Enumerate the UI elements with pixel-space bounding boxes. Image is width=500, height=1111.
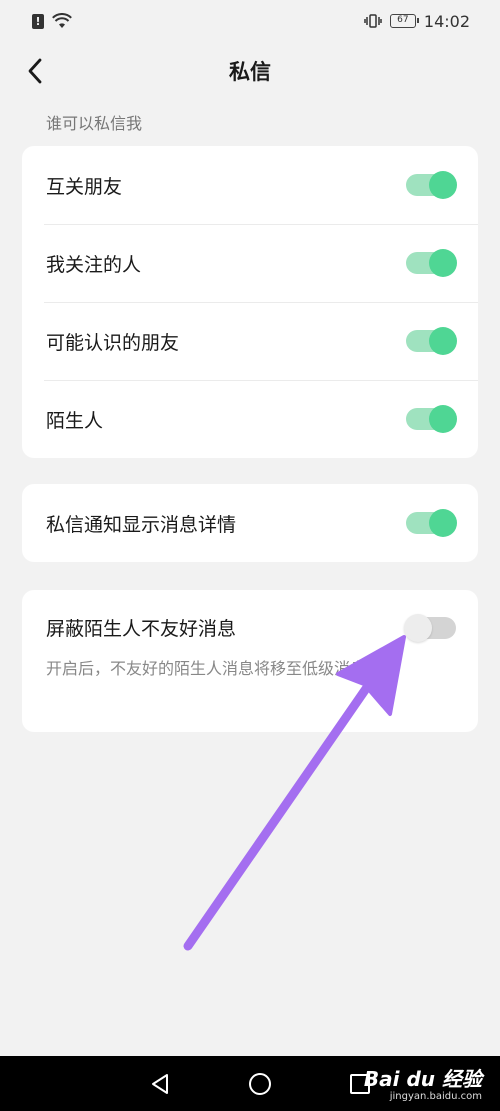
notification-detail-card: 私信通知显示消息详情	[22, 484, 478, 562]
watermark-url: jingyan.baidu.com	[389, 1091, 482, 1102]
nav-home-button[interactable]	[240, 1064, 280, 1104]
wifi-icon	[52, 13, 72, 28]
may-know-toggle[interactable]	[406, 327, 457, 355]
chevron-left-icon	[28, 58, 42, 84]
setting-row-following: 我关注的人	[22, 224, 478, 302]
setting-row-notification-detail: 私信通知显示消息详情	[22, 484, 478, 562]
toggle-knob	[429, 405, 457, 433]
toggle-knob	[429, 249, 457, 277]
setting-label: 可能认识的朋友	[46, 331, 180, 354]
toggle-knob	[429, 171, 457, 199]
setting-description: 开启后，不友好的陌生人消息将移至低级消息盒子	[46, 659, 399, 678]
block-unfriendly-toggle[interactable]	[404, 613, 456, 642]
screen: ! 67 14:02 私信 谁可以私信我 互关朋友 我关注的人 可能认识的朋友 …	[0, 0, 500, 1111]
setting-label: 我关注的人	[46, 253, 142, 276]
mutual-friends-toggle[interactable]	[406, 171, 457, 199]
watermark: Bai du 经验 jingyan.baidu.com	[364, 1067, 482, 1103]
strangers-toggle[interactable]	[406, 405, 457, 433]
back-button[interactable]	[18, 54, 52, 88]
alert-icon: !	[32, 13, 44, 29]
following-toggle[interactable]	[406, 249, 457, 277]
setting-row-may-know: 可能认识的朋友	[22, 302, 478, 380]
nav-bar: 私信	[0, 42, 500, 100]
status-bar: ! 67 14:02	[0, 0, 500, 42]
notification-detail-toggle[interactable]	[406, 509, 457, 537]
vibrate-icon	[364, 14, 382, 28]
block-unfriendly-card: 屏蔽陌生人不友好消息 开启后，不友好的陌生人消息将移至低级消息盒子	[22, 590, 478, 732]
setting-label: 陌生人	[46, 409, 104, 432]
section-label: 谁可以私信我	[46, 114, 143, 133]
setting-row-mutual-friends: 互关朋友	[22, 146, 478, 224]
toggle-knob	[404, 613, 432, 642]
toggle-knob	[429, 509, 457, 537]
setting-label: 私信通知显示消息详情	[46, 513, 237, 536]
circle-home-icon	[249, 1072, 271, 1095]
triangle-back-icon	[152, 1073, 168, 1094]
toggle-knob	[429, 327, 457, 355]
setting-label: 互关朋友	[46, 175, 123, 198]
who-can-message-card: 互关朋友 我关注的人 可能认识的朋友 陌生人	[22, 146, 478, 458]
nav-back-button[interactable]	[140, 1064, 180, 1104]
battery-icon: 67	[389, 14, 419, 28]
status-time: 14:02	[423, 11, 470, 31]
page-title: 私信	[229, 60, 271, 84]
watermark-logo: Bai du 经验	[363, 1067, 482, 1091]
setting-row-strangers: 陌生人	[22, 380, 478, 458]
setting-label: 屏蔽陌生人不友好消息	[46, 618, 237, 640]
